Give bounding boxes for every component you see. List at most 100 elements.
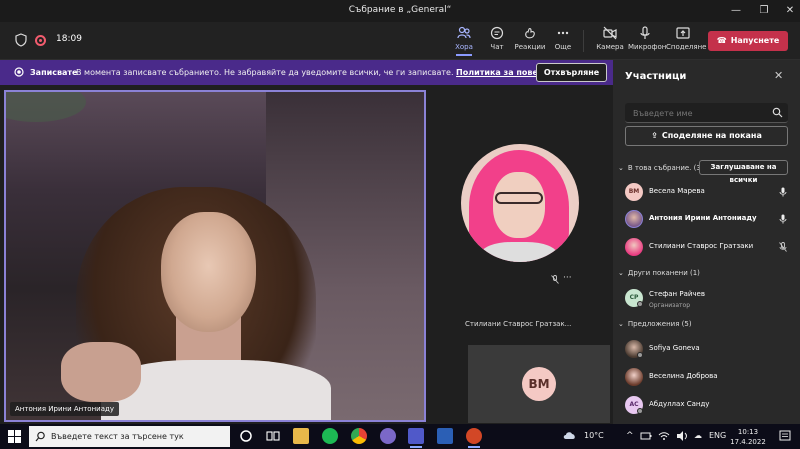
spotify-icon[interactable] — [322, 428, 338, 444]
wifi-icon[interactable] — [658, 430, 670, 442]
participant-name: Веселина Доброва — [649, 372, 718, 380]
minimize-button[interactable]: — — [728, 4, 744, 18]
teams-icon[interactable] — [408, 428, 424, 448]
other-invited-section[interactable]: ⌄ Други поканени (1) — [618, 269, 700, 277]
participant-row[interactable]: ВМ Весела Марева — [625, 182, 793, 204]
taskbar-search[interactable]: Въведете текст за търсене тук — [29, 426, 230, 447]
video-stage: Антония Ирини Антониаду Стилиани Ставрос… — [0, 85, 613, 424]
main-video[interactable]: Антония Ирини Антониаду — [4, 90, 426, 422]
participant-row[interactable]: Антония Ирини Антониаду — [625, 209, 793, 231]
notifications-icon[interactable] — [779, 430, 791, 442]
reactions-icon — [525, 28, 535, 39]
participant-search — [625, 103, 788, 123]
self-avatar: ВМ — [522, 367, 556, 401]
mic-muted-icon — [779, 242, 787, 252]
chevron-down-icon: ⌄ — [618, 269, 624, 277]
banner-title: Записвате — [30, 68, 78, 77]
mute-all-button[interactable]: Заглушаване на всички — [699, 160, 788, 184]
share-invite-button[interactable]: ⇪ Споделяне на покана — [625, 126, 788, 146]
share-button[interactable]: Споделяне — [666, 26, 706, 51]
people-button[interactable]: Хора — [447, 26, 481, 56]
participant-role: Организатор — [649, 302, 691, 309]
chat-button[interactable]: Чат — [480, 26, 514, 51]
participant-tile[interactable]: Стилиани Ставрос Гратзак... — [445, 130, 595, 328]
more-icon — [557, 31, 569, 35]
close-panel-icon[interactable]: ✕ — [774, 69, 783, 82]
search-icon — [35, 431, 45, 442]
meeting-toolbar: 18:09 Хора Чат Реакции Още Камера Микроф… — [0, 22, 800, 60]
self-view-tile[interactable]: ВМ — [468, 345, 610, 423]
weather-temperature[interactable]: 10°C — [584, 431, 604, 440]
reactions-button[interactable]: Реакции — [513, 26, 547, 51]
participants-panel: Участници ✕ ⇪Споделяне на покана ⌄В това… — [613, 60, 800, 424]
avatar — [625, 368, 643, 386]
microphone-label: Микрофон — [628, 43, 667, 51]
recording-banner: Записвате В момента записвате събранието… — [0, 60, 613, 85]
file-explorer-icon[interactable] — [293, 428, 309, 444]
close-window-button[interactable]: ✕ — [782, 4, 798, 18]
share-icon — [676, 27, 690, 39]
suggestions-section[interactable]: ⌄ Предложения (5) — [618, 320, 692, 328]
share-invite-label: Споделяне на покана — [661, 131, 762, 140]
status-badge — [637, 408, 643, 414]
participant-name: Стилиани Ставрос Гратзаки — [649, 242, 754, 250]
participant-row[interactable]: СР Стефан Райчев Организатор — [625, 288, 793, 310]
cortana-icon[interactable] — [238, 428, 254, 444]
in-meeting-section[interactable]: ⌄ В това събрание. (3) — [618, 164, 704, 172]
shield-icon[interactable] — [15, 33, 27, 47]
windows-start-icon[interactable] — [8, 430, 21, 443]
chrome-icon[interactable] — [351, 428, 367, 444]
mic-muted-icon — [551, 275, 559, 284]
chat-label: Чат — [490, 43, 504, 51]
more-button[interactable]: Още — [546, 26, 580, 51]
avatar — [625, 238, 643, 256]
status-badge — [637, 301, 643, 307]
battery-icon[interactable] — [640, 430, 652, 442]
powerpoint-icon[interactable] — [466, 428, 482, 448]
viber-icon[interactable] — [380, 428, 396, 444]
banner-message: В момента записвате събранието. Не забра… — [76, 68, 454, 77]
people-icon — [457, 26, 471, 39]
participant-row[interactable]: Sofiya Goneva — [625, 339, 793, 361]
recording-dot-icon — [14, 67, 24, 77]
leave-button[interactable]: ☎ Напуснете — [708, 31, 788, 51]
task-view-icon[interactable] — [265, 428, 281, 444]
avatar — [625, 210, 643, 228]
camera-button[interactable]: Камера — [593, 26, 627, 51]
microphone-button[interactable]: Микрофон — [628, 26, 667, 51]
participant-tile-name: Стилиани Ставрос Гратзак... — [465, 320, 572, 328]
participant-row[interactable]: Стилиани Ставрос Гратзаки — [625, 237, 793, 259]
main-video-name: Антония Ирини Антониаду — [10, 402, 119, 416]
recording-icon — [35, 35, 46, 46]
avatar: ВМ — [625, 183, 643, 201]
word-icon[interactable] — [437, 428, 453, 444]
input-language[interactable]: ENG — [709, 431, 726, 440]
participant-row[interactable]: Веселина Доброва — [625, 367, 793, 389]
participant-row[interactable]: АС Абдуллах Санду — [625, 395, 793, 417]
status-badge — [637, 352, 643, 358]
chat-icon — [490, 26, 504, 40]
volume-icon[interactable] — [676, 430, 688, 442]
participant-name: Стефан Райчев — [649, 290, 705, 298]
camera-label: Камера — [596, 43, 624, 51]
participant-search-input[interactable] — [625, 103, 765, 123]
meeting-timer: 18:09 — [56, 34, 82, 44]
maximize-button[interactable]: ❐ — [756, 4, 772, 18]
suggestions-label: Предложения (5) — [627, 320, 692, 328]
cloud-sync-icon[interactable]: ☁ — [694, 431, 702, 440]
tile-more-icon[interactable]: ··· — [563, 273, 572, 283]
title-bar: Събрание в „General“ — ❐ ✕ — [0, 0, 800, 22]
window-title: Събрание в „General“ — [348, 5, 452, 15]
clock-time: 10:13 — [737, 428, 759, 436]
weather-cloud-icon[interactable] — [563, 429, 577, 443]
search-icon[interactable] — [772, 107, 783, 118]
reactions-label: Реакции — [514, 43, 546, 51]
participant-name: Антония Ирини Антониаду — [649, 214, 757, 222]
taskbar: Въведете текст за търсене тук 10°C ^ ☁ E… — [0, 424, 800, 449]
participant-name: Весела Марева — [649, 187, 705, 195]
taskbar-clock[interactable]: 10:13 17.4.2022 г. — [728, 427, 768, 449]
phone-icon: ☎ — [716, 36, 727, 45]
dismiss-button[interactable]: Отхвърляне — [536, 63, 607, 82]
tray-expand-icon[interactable]: ^ — [626, 431, 634, 441]
camera-off-icon — [603, 26, 617, 40]
